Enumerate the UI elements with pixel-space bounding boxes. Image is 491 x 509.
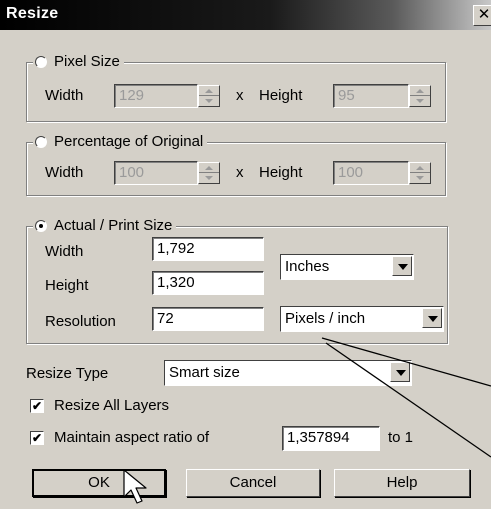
resize-type-label: Resize Type — [26, 365, 109, 382]
pixel-size-radio[interactable]: Pixel Size — [33, 53, 124, 71]
percentage-label: Percentage of Original — [54, 133, 204, 150]
help-button[interactable]: Help — [334, 469, 470, 497]
percent-height-spinner[interactable] — [409, 162, 431, 184]
percent-x-label: x — [236, 164, 244, 181]
percent-width-label: Width — [45, 164, 84, 181]
radio-button[interactable] — [35, 56, 47, 68]
actual-print-size-radio[interactable]: Actual / Print Size — [33, 217, 177, 235]
pixel-width-input[interactable]: 129 — [114, 84, 198, 108]
actual-width-label: Width — [45, 243, 84, 260]
resize-all-layers-checkbox[interactable]: ✔ — [30, 399, 44, 413]
resolution-label: Resolution — [45, 313, 116, 330]
actual-width-input[interactable]: 1,792 — [152, 237, 264, 261]
aspect-ratio-suffix: to 1 — [388, 429, 414, 446]
resize-type-value: Smart size — [169, 364, 240, 381]
pixel-x-label: x — [236, 87, 244, 104]
percent-width-input[interactable]: 100 — [114, 161, 198, 185]
chevron-down-icon[interactable] — [392, 256, 412, 276]
units-value: Inches — [285, 258, 330, 275]
pixel-size-label: Pixel Size — [54, 53, 120, 70]
radio-button[interactable] — [35, 136, 47, 148]
pixel-width-spinner[interactable] — [198, 85, 220, 107]
pixel-height-input[interactable]: 95 — [333, 84, 409, 108]
percent-height-input[interactable]: 100 — [333, 161, 409, 185]
percentage-radio[interactable]: Percentage of Original — [33, 133, 208, 151]
radio-button[interactable] — [35, 220, 47, 232]
maintain-aspect-checkbox[interactable]: ✔ — [30, 431, 44, 445]
resolution-units-dropdown[interactable]: Pixels / inch — [280, 306, 444, 332]
resolution-units-value: Pixels / inch — [285, 310, 366, 327]
pixel-height-spinner[interactable] — [409, 85, 431, 107]
resize-type-dropdown[interactable]: Smart size — [164, 360, 412, 386]
pixel-height-label: Height — [259, 87, 303, 104]
actual-height-input[interactable]: 1,320 — [152, 271, 264, 295]
percent-width-spinner[interactable] — [198, 162, 220, 184]
aspect-ratio-input[interactable]: 1,357894 — [282, 426, 380, 451]
chevron-down-icon[interactable] — [390, 362, 410, 382]
chevron-down-icon[interactable] — [422, 308, 442, 328]
close-button[interactable]: ✕ — [473, 5, 491, 26]
resize-all-layers-label: Resize All Layers — [54, 397, 170, 414]
window-title: Resize — [6, 5, 59, 22]
percent-height-label: Height — [259, 164, 303, 181]
units-dropdown[interactable]: Inches — [280, 254, 414, 280]
maintain-aspect-label: Maintain aspect ratio of — [54, 429, 210, 446]
resolution-input[interactable]: 72 — [152, 307, 264, 331]
title-bar: Resize ✕ — [0, 0, 491, 30]
cancel-button[interactable]: Cancel — [186, 469, 320, 497]
actual-print-size-label: Actual / Print Size — [54, 217, 173, 234]
pixel-width-label: Width — [45, 87, 84, 104]
actual-height-label: Height — [45, 277, 89, 294]
close-icon: ✕ — [477, 6, 491, 23]
ok-button[interactable]: OK — [32, 469, 166, 497]
